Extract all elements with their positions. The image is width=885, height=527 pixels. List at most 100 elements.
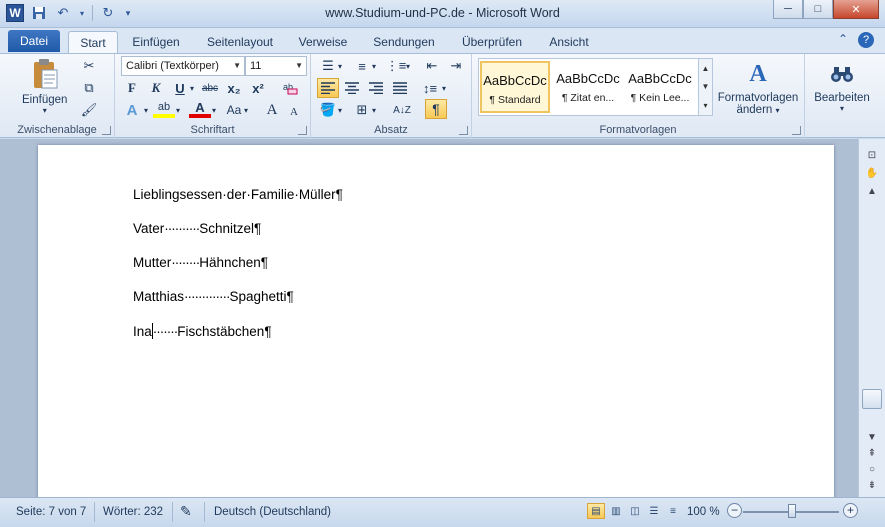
- copy-icon[interactable]: ⧉: [78, 78, 100, 98]
- shrink-font-button[interactable]: A: [283, 102, 305, 122]
- font-color-dropdown-icon[interactable]: ▾: [209, 100, 219, 120]
- document-area[interactable]: Lieblingsessen·der·Familie·Müller¶ Vater…: [0, 139, 858, 497]
- next-page-icon[interactable]: ⇟: [863, 477, 881, 493]
- highlight-dropdown-icon[interactable]: ▾: [173, 100, 183, 120]
- scroll-up-icon[interactable]: ▲: [863, 183, 881, 199]
- bullets-dropdown-icon[interactable]: ▾: [335, 56, 345, 76]
- scrollbar-thumb[interactable]: [862, 389, 882, 409]
- undo-dropdown-icon[interactable]: ▾: [78, 4, 86, 22]
- numbering-dropdown-icon[interactable]: ▾: [369, 56, 379, 76]
- tab-file[interactable]: Datei: [8, 30, 60, 52]
- change-case-dropdown-icon[interactable]: ▾: [241, 100, 251, 120]
- maximize-button[interactable]: □: [803, 0, 833, 19]
- multilevel-list-dropdown-icon[interactable]: ▾: [403, 56, 413, 76]
- previous-page-icon[interactable]: ⇞: [863, 445, 881, 461]
- cut-icon[interactable]: ✂: [78, 56, 100, 76]
- sort-icon[interactable]: A↓Z: [391, 100, 413, 120]
- tab-ansicht[interactable]: Ansicht: [541, 31, 597, 53]
- format-painter-icon[interactable]: 🖌: [78, 100, 100, 120]
- zoom-slider-knob[interactable]: [788, 504, 796, 518]
- draft-view-icon[interactable]: ≡: [664, 503, 682, 519]
- zoom-level[interactable]: 100 %: [687, 506, 720, 518]
- styles-gallery-scroll[interactable]: ▲ ▼ ▾: [698, 59, 712, 115]
- language-indicator[interactable]: Deutsch (Deutschland): [214, 506, 331, 518]
- hand-icon[interactable]: ✋: [863, 165, 881, 181]
- align-center-button[interactable]: [341, 78, 363, 98]
- tab-einfuegen[interactable]: Einfügen: [126, 31, 186, 53]
- strikethrough-button[interactable]: abc: [199, 78, 221, 98]
- tab-verweise[interactable]: Verweise: [292, 31, 354, 53]
- show-formatting-marks-button[interactable]: ¶: [425, 99, 447, 119]
- document-line[interactable]: Matthias·············Spaghetti¶: [133, 289, 294, 304]
- zoom-out-icon[interactable]: −: [727, 503, 742, 518]
- style-zitat[interactable]: AaBbCcDc ¶ Zitat en...: [553, 61, 623, 113]
- borders-dropdown-icon[interactable]: ▾: [369, 100, 379, 120]
- italic-button[interactable]: K: [145, 78, 167, 98]
- text-effects-icon[interactable]: A: [121, 100, 143, 120]
- chevron-down-icon[interactable]: ▼: [702, 82, 710, 91]
- customize-qat-icon[interactable]: ▾: [123, 4, 133, 22]
- close-button[interactable]: ✕: [833, 0, 879, 19]
- underline-dropdown-icon[interactable]: ▾: [187, 78, 197, 98]
- paragraph-launcher-icon[interactable]: [459, 126, 468, 135]
- font-color-button[interactable]: A: [189, 100, 211, 118]
- ruler-toggle-icon[interactable]: ⊡: [863, 147, 881, 163]
- vertical-scrollbar[interactable]: ⊡ ✋ ▲ ▼ ⇞ ○ ⇟: [858, 139, 885, 497]
- align-left-button[interactable]: [317, 78, 339, 98]
- tab-seitenlayout[interactable]: Seitenlayout: [201, 31, 279, 53]
- web-layout-icon[interactable]: ◫: [626, 503, 644, 519]
- decrease-indent-icon[interactable]: ⇤: [421, 56, 443, 76]
- align-right-button[interactable]: [365, 78, 387, 98]
- clipboard-launcher-icon[interactable]: [102, 126, 111, 135]
- redo-icon[interactable]: ↻: [99, 4, 117, 22]
- full-screen-reading-icon[interactable]: ▥: [607, 503, 625, 519]
- document-line[interactable]: Ina·······Fischstäbchen¶: [133, 323, 272, 339]
- grow-font-button[interactable]: A: [261, 100, 283, 120]
- increase-indent-icon[interactable]: ⇥: [445, 56, 467, 76]
- clear-formatting-icon[interactable]: ab: [279, 78, 301, 98]
- browse-object-icon[interactable]: ○: [863, 461, 881, 477]
- highlight-button[interactable]: ab: [153, 100, 175, 118]
- document-line[interactable]: Mutter········Hähnchen¶: [133, 255, 268, 270]
- scroll-down-icon[interactable]: ▼: [863, 429, 881, 445]
- save-icon[interactable]: [30, 4, 48, 22]
- minimize-button[interactable]: ─: [773, 0, 803, 19]
- undo-icon[interactable]: ↶: [54, 4, 72, 22]
- style-name: ¶ Standard: [489, 94, 541, 106]
- font-size-combo[interactable]: 11 ▼: [245, 56, 307, 76]
- line-spacing-icon[interactable]: ↕≡: [419, 78, 441, 98]
- print-layout-view-icon[interactable]: ▤: [587, 503, 605, 519]
- style-kein-leerraum[interactable]: AaBbCcDc ¶ Kein Lee...: [625, 61, 695, 113]
- styles-launcher-icon[interactable]: [792, 126, 801, 135]
- more-styles-icon[interactable]: ▾: [703, 101, 707, 110]
- page-indicator[interactable]: Seite: 7 von 7: [16, 506, 86, 518]
- change-styles-button[interactable]: A Formatvorlagen ändern ▾: [716, 58, 800, 117]
- bold-button[interactable]: F: [121, 78, 143, 98]
- text-effects-dropdown-icon[interactable]: ▾: [141, 100, 151, 120]
- paste-button[interactable]: Einfügen ▾: [22, 58, 67, 115]
- font-launcher-icon[interactable]: [298, 126, 307, 135]
- proofing-icon[interactable]: ✎: [180, 503, 192, 520]
- shading-dropdown-icon[interactable]: ▾: [335, 100, 345, 120]
- subscript-button[interactable]: x₂: [223, 78, 245, 98]
- line-spacing-dropdown-icon[interactable]: ▾: [439, 78, 449, 98]
- minimize-ribbon-icon[interactable]: ⌃: [838, 32, 848, 46]
- word-count[interactable]: Wörter: 232: [103, 506, 163, 518]
- help-icon[interactable]: ?: [858, 32, 874, 48]
- chevron-up-icon[interactable]: ▲: [702, 64, 710, 73]
- outline-view-icon[interactable]: ☰: [645, 503, 663, 519]
- tab-start[interactable]: Start: [68, 31, 118, 53]
- document-line[interactable]: Vater··········Schnitzel¶: [133, 221, 261, 236]
- tab-ueberpruefen[interactable]: Überprüfen: [454, 31, 530, 53]
- style-standard[interactable]: AaBbCcDc ¶ Standard: [480, 61, 550, 113]
- superscript-button[interactable]: x²: [247, 78, 269, 98]
- zoom-in-icon[interactable]: +: [843, 503, 858, 518]
- document-page[interactable]: Lieblingsessen·der·Familie·Müller¶ Vater…: [38, 145, 834, 497]
- document-line-title[interactable]: Lieblingsessen·der·Familie·Müller¶: [133, 187, 343, 202]
- word-app-icon[interactable]: W: [6, 4, 24, 22]
- ribbon-tab-row: Datei Start Einfügen Seitenlayout Verwei…: [0, 28, 885, 53]
- tab-sendungen[interactable]: Sendungen: [367, 31, 441, 53]
- editing-button[interactable]: Bearbeiten ▾: [809, 58, 875, 113]
- justify-button[interactable]: [389, 78, 411, 98]
- font-name-combo[interactable]: Calibri (Textkörper) ▼: [121, 56, 245, 76]
